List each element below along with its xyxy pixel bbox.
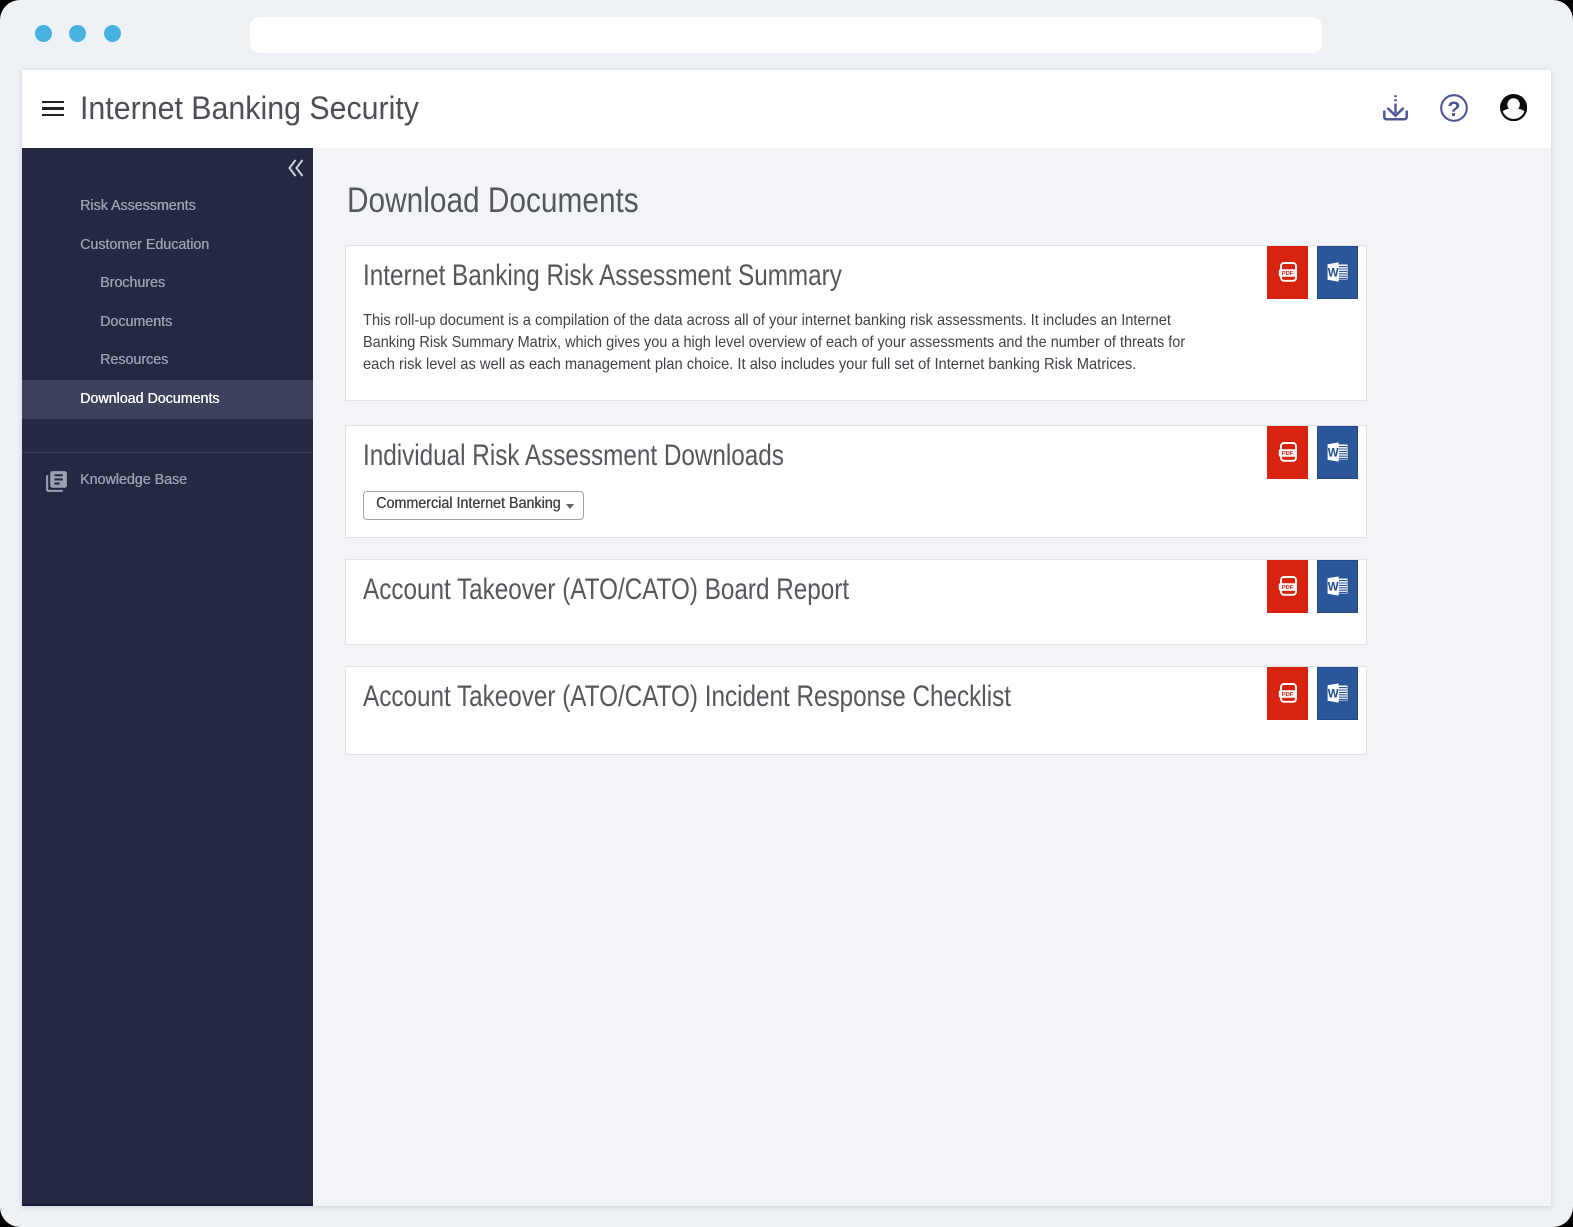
svg-text:W: W: [1328, 688, 1339, 700]
svg-text:W: W: [1328, 267, 1339, 279]
svg-text:?: ?: [1447, 97, 1460, 121]
svg-text:W: W: [1328, 447, 1339, 459]
svg-text:PDF: PDF: [1281, 585, 1293, 591]
svg-text:PDF: PDF: [1281, 271, 1293, 277]
svg-text:W: W: [1328, 581, 1339, 593]
svg-text:PDF: PDF: [1281, 451, 1293, 457]
svg-text:PDF: PDF: [1281, 692, 1293, 698]
